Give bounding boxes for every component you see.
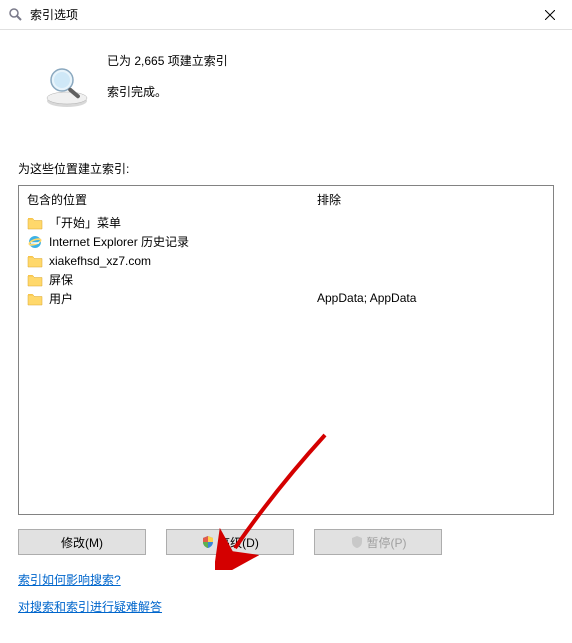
folder-icon [27,292,43,306]
shield-icon [201,535,215,549]
location-name: 屏保 [49,271,73,288]
pause-button[interactable]: 暂停(P) [314,529,442,555]
close-button[interactable] [527,0,572,30]
index-status-text: 索引完成。 [107,83,228,100]
location-name: xiakefhsd_xz7.com [49,254,151,268]
ie-icon [27,234,43,250]
included-column-header: 包含的位置 [19,186,309,213]
index-count-text: 已为 2,665 项建立索引 [107,52,228,69]
help-link-troubleshoot[interactable]: 对搜索和索引进行疑难解答 [18,598,554,615]
list-item[interactable]: xiakefhsd_xz7.com [19,251,309,270]
modify-button[interactable]: 修改(M) [18,529,146,555]
window-title: 索引选项 [30,6,78,23]
location-name: 「开始」菜单 [49,214,121,231]
location-name: Internet Explorer 历史记录 [49,233,189,250]
shield-icon [350,535,364,549]
exclude-value: AppData; AppData [309,289,553,307]
folder-icon [27,254,43,268]
folder-icon [27,273,43,287]
status-area: 已为 2,665 项建立索引 索引完成。 [18,52,554,110]
titlebar: 索引选项 [0,0,572,30]
button-label: 暂停(P) [367,534,407,551]
list-item[interactable]: 屏保 [19,270,309,289]
locations-listbox: 包含的位置 「开始」菜单 Internet Explorer 历史记录 xiak… [18,185,554,515]
advanced-button[interactable]: 高级(D) [166,529,294,555]
list-item[interactable]: 「开始」菜单 [19,213,309,232]
help-link-search[interactable]: 索引如何影响搜索? [18,571,554,588]
location-name: 用户 [49,290,73,307]
locations-label: 为这些位置建立索引: [18,160,554,177]
list-item[interactable]: Internet Explorer 历史记录 [19,232,309,251]
app-icon [8,7,24,23]
magnifier-icon [43,62,91,110]
list-item[interactable]: 用户 [19,289,309,308]
button-label: 高级(D) [218,534,259,551]
excluded-column-header: 排除 [309,186,553,213]
folder-icon [27,216,43,230]
button-label: 修改(M) [61,534,103,551]
